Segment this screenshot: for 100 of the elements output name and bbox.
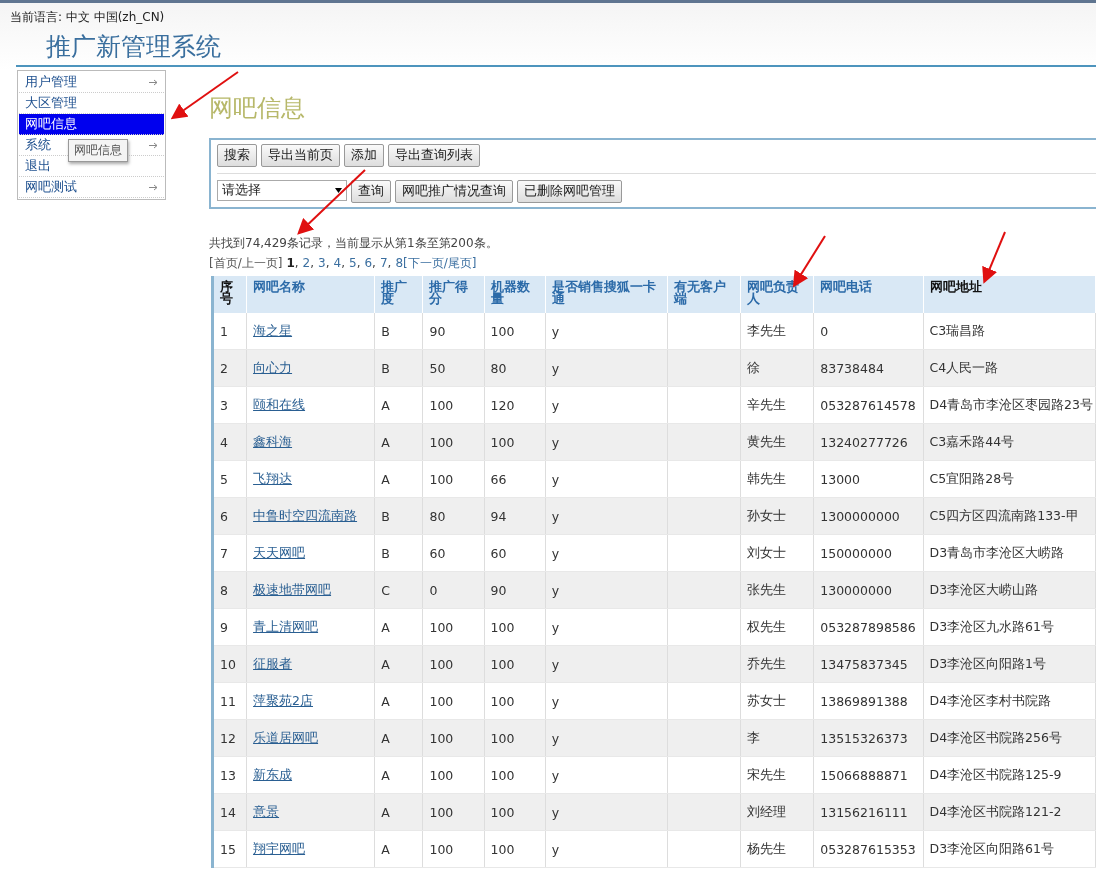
table-cell: C3嘉禾路44号 (929, 433, 1015, 449)
toolbar-button[interactable]: 添加 (344, 144, 384, 167)
name-link[interactable]: 飞翔达 (253, 470, 293, 486)
page-number[interactable]: 8 (395, 256, 404, 270)
toolbar-button[interactable]: 导出当前页 (261, 144, 340, 167)
table-cell: D4李沧区李村书院路 (929, 692, 1052, 708)
menu-item[interactable]: 网吧测试 (19, 177, 164, 198)
table-cell: D4青岛市李沧区枣园路23号 (929, 396, 1093, 412)
table-cell: y (551, 323, 560, 339)
table-cell: 权先生 (747, 618, 787, 634)
table-cell: D3李沧区向阳路61号 (929, 840, 1054, 856)
table-cell: 13515326373 (820, 730, 908, 746)
name-link[interactable]: 颐和在线 (253, 396, 306, 412)
page-link[interactable]: [首页/上一页] (209, 255, 283, 272)
table-cell: C5宜阳路28号 (929, 470, 1015, 486)
table-cell: 100 (490, 804, 515, 820)
table-cell: 60 (490, 545, 507, 561)
query-button[interactable]: 查询 (351, 180, 391, 203)
table-cell: C4人民一路 (929, 359, 999, 375)
column-header: 有无客户端 (667, 276, 741, 313)
name-link[interactable]: 向心力 (253, 359, 293, 375)
table-cell: 100 (490, 323, 515, 339)
page-link[interactable]: [下一页/尾页] (403, 255, 477, 272)
table-cell: 100 (429, 730, 454, 746)
table-cell: 7 (220, 545, 228, 561)
table-cell: A (381, 619, 390, 635)
name-link[interactable]: 意景 (253, 803, 280, 819)
name-link[interactable]: 天天网吧 (253, 544, 306, 560)
table-cell: D3李沧区大崂山路 (929, 581, 1039, 597)
page-number[interactable]: 7 (379, 256, 388, 270)
query-button[interactable]: 网吧推广情况查询 (395, 180, 513, 203)
page-number[interactable]: 5 (349, 256, 357, 270)
table-cell: C3瑞昌路 (929, 322, 986, 338)
column-header: 网吧名称 (246, 276, 375, 313)
table-cell: 11 (220, 693, 236, 709)
dropdown-icon (335, 188, 342, 193)
page-number[interactable]: 3 (318, 256, 326, 270)
query-button[interactable]: 已删除网吧管理 (517, 180, 622, 203)
table-cell: A (381, 767, 390, 783)
table-cell: B (381, 323, 390, 339)
menu-item[interactable]: 用户管理 (19, 72, 164, 93)
table-cell: 李先生 (747, 322, 787, 338)
table-cell: 徐 (747, 359, 761, 375)
table-cell: C (381, 582, 391, 598)
toolbar-button[interactable]: 搜索 (217, 144, 257, 167)
table-cell: 辛先生 (747, 396, 787, 412)
table-cell: 90 (490, 582, 507, 598)
table-cell: 0 (820, 323, 829, 339)
name-link[interactable]: 青上清网吧 (253, 618, 319, 634)
table-cell: y (551, 619, 560, 635)
table-cell: 张先生 (747, 581, 787, 597)
menu-item[interactable]: 网吧信息 (19, 114, 164, 135)
table-cell: 66 (490, 471, 507, 487)
table-cell: y (551, 767, 560, 783)
column-header: 是否销售搜狐一卡通 (545, 276, 668, 313)
table-cell: 13000 (820, 471, 861, 487)
page-separator: , (387, 256, 392, 270)
language-label: 当前语言: 中文 中国(zh_CN) (10, 9, 165, 26)
select-field[interactable]: 请选择 (217, 180, 347, 201)
table-cell: C5四方区四流南路133-甲 (929, 507, 1079, 523)
page-number[interactable]: 1 (286, 256, 295, 270)
table-cell: y (551, 360, 560, 376)
table-cell: 0 (429, 582, 438, 598)
annotation-arrow (982, 231, 1006, 284)
name-link[interactable]: 征服者 (253, 655, 293, 671)
name-link[interactable]: 鑫科海 (253, 433, 293, 449)
table-cell: 10 (220, 656, 236, 672)
name-link[interactable]: 翔宇网吧 (253, 840, 306, 856)
table-cell: 100 (490, 656, 515, 672)
app-title: 推广新管理系统 (46, 32, 221, 62)
table-cell: A (381, 434, 390, 450)
table-cell: A (381, 693, 390, 709)
table-cell: 8 (220, 582, 228, 598)
table-cell: 100 (490, 619, 515, 635)
page-title: 网吧信息 (209, 93, 305, 124)
table-cell: y (551, 656, 560, 672)
column-header: 网吧电话 (813, 276, 923, 313)
table-cell: D3青岛市李沧区大崂路 (929, 544, 1065, 560)
table-cell: 李 (747, 729, 761, 745)
table-cell: 100 (429, 693, 454, 709)
page-separator: , (294, 256, 299, 270)
page-number[interactable]: 2 (302, 256, 311, 270)
table-cell: 9 (220, 619, 228, 635)
table-cell: 83738484 (820, 360, 884, 376)
table-cell: 4 (220, 434, 228, 450)
name-link[interactable]: 海之星 (253, 322, 293, 338)
toolbar-button[interactable]: 导出查询列表 (388, 144, 480, 167)
name-link[interactable]: 新东成 (253, 766, 293, 782)
page-separator: , (310, 256, 315, 270)
table-cell: 15 (220, 841, 236, 857)
table-cell: D3李沧区向阳路1号 (929, 655, 1047, 671)
table-cell: 13475837345 (820, 656, 908, 672)
table-cell: 黄先生 (747, 433, 787, 449)
column-header: 序号 (212, 276, 247, 313)
name-link[interactable]: 萍聚苑2店 (253, 692, 313, 708)
column-header: 推广得分 (422, 276, 485, 313)
table-cell: 100 (429, 471, 454, 487)
page-separator: , (356, 256, 361, 270)
table-cell: 12 (220, 730, 236, 746)
table-cell: 150000000 (820, 545, 892, 561)
